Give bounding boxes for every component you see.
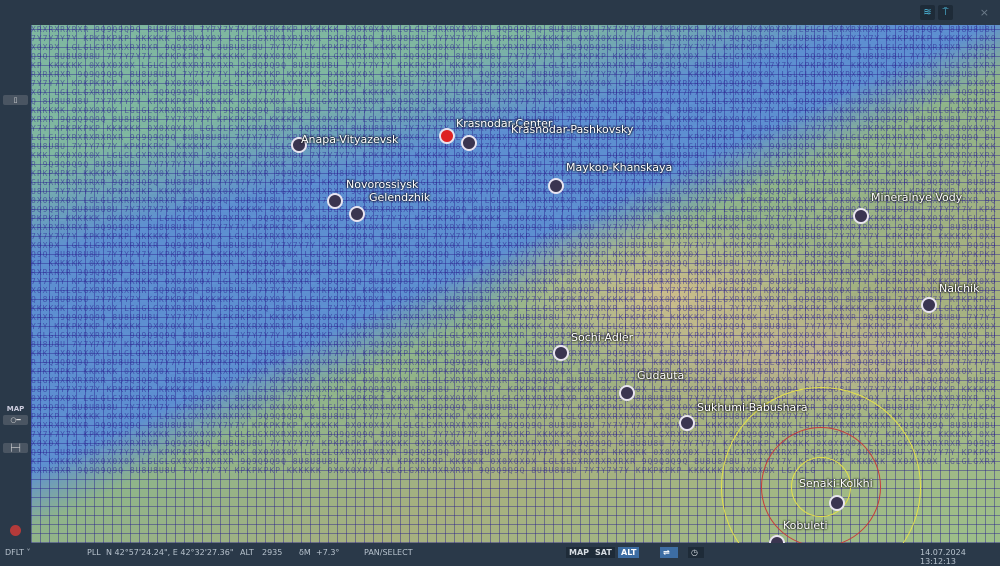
airfield-icon[interactable] [853, 208, 869, 224]
layer-sat-button[interactable]: SAT [592, 547, 615, 558]
map-view[interactable]: XRXRXRXRXR 9Q9Q9Q9Q 8U8U8U8U 7Y7Y7Y7Y KP… [31, 25, 1000, 543]
airfield-icon[interactable] [349, 206, 365, 222]
airfield-icon[interactable] [679, 415, 695, 431]
airfield-icon[interactable] [461, 135, 477, 151]
map-label: MAP [6, 405, 25, 413]
mode-indicator: PAN/SELECT [364, 548, 413, 557]
airfield-icon[interactable] [829, 495, 845, 511]
airfield-icon[interactable] [439, 128, 455, 144]
airfield-label[interactable]: Gelendzhik [369, 191, 430, 204]
airfield-icon[interactable] [619, 385, 635, 401]
layer-alt-button[interactable]: ALT [618, 547, 640, 558]
airfield-label[interactable]: Nalchik [939, 282, 979, 295]
airfield-icon[interactable] [921, 297, 937, 313]
airfield-label[interactable]: Senaki-Kolkhi [799, 477, 873, 490]
overlay-icon[interactable]: ⇌ [660, 547, 678, 558]
ruler-button[interactable]: ├─┤ [3, 443, 28, 453]
tower-icon[interactable]: ⍑ [938, 5, 953, 20]
clock-icon[interactable]: ◷ [688, 547, 704, 558]
top-bar: ≋ ⍑ × [0, 0, 1000, 25]
left-toolbar: ▯ MAP ○━ ├─┤ [0, 25, 31, 543]
airfield-label[interactable]: Mineralnye Vody [871, 191, 962, 204]
alt-label: ALT [240, 548, 254, 557]
airfield-icon[interactable] [548, 178, 564, 194]
close-icon[interactable]: × [980, 6, 989, 19]
altitude-value: 2935 [262, 548, 283, 557]
profile-select[interactable]: DFLT ˅ [5, 548, 31, 557]
exit-icon[interactable] [10, 525, 21, 536]
coordinates: N 42°57'24.24", E 42°32'27.36" [106, 548, 234, 557]
airfield-label[interactable]: Kobuleti [783, 519, 828, 532]
layer-map-button[interactable]: MAP [566, 547, 593, 558]
airfield-label[interactable]: Krasnodar-Pashkovsky [511, 123, 633, 136]
key-button[interactable]: ○━ [3, 415, 28, 425]
wifi-icon[interactable]: ≋ [920, 5, 935, 20]
datetime: 14.07.2024 13:12:13 [920, 548, 966, 566]
airfield-label[interactable]: Sochi-Adler [571, 331, 633, 344]
airfield-label[interactable]: Anapa-Vityazevsk [301, 133, 398, 146]
airfield-icon[interactable] [327, 193, 343, 209]
clipboard-button[interactable]: ▯ [3, 95, 28, 105]
airfield-label[interactable]: Gudauta [637, 369, 684, 382]
airfield-label[interactable]: Sukhumi-Babushara [697, 401, 808, 414]
airfield-label[interactable]: Novorossiysk [346, 178, 418, 191]
status-bar: DFLT ˅ PLL N 42°57'24.24", E 42°32'27.36… [0, 543, 1000, 566]
pll-label: PLL [87, 548, 101, 557]
airfield-label[interactable]: Maykop-Khanskaya [566, 161, 672, 174]
mag-var-label: δM [299, 548, 311, 557]
airfield-icon[interactable] [553, 345, 569, 361]
mag-var-value: +7.3° [316, 548, 340, 557]
